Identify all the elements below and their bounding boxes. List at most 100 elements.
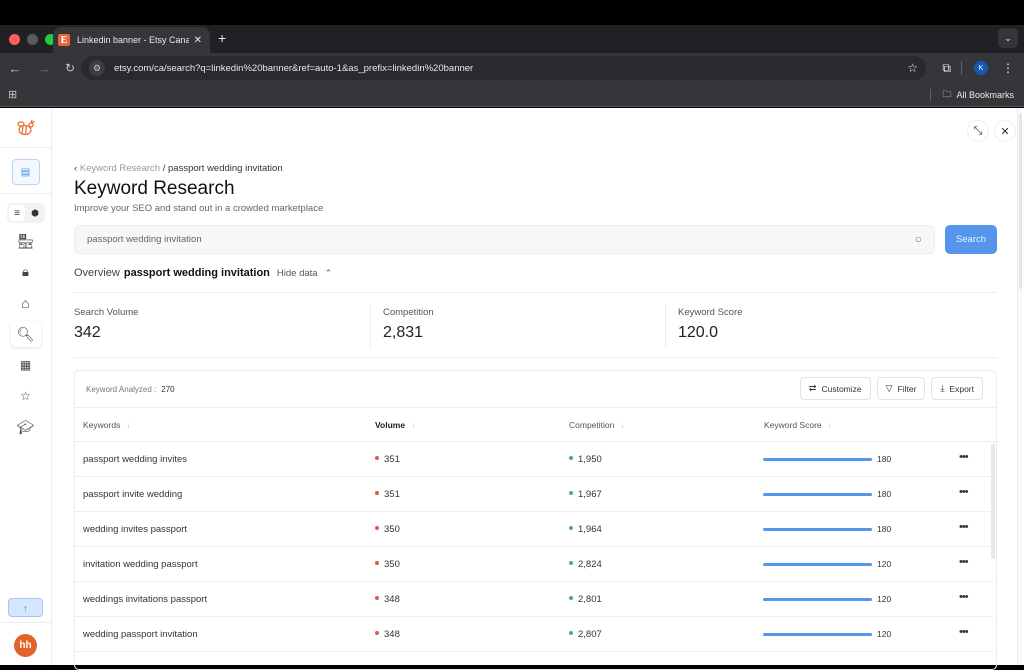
- apps-grid-icon[interactable]: ⊞: [8, 88, 17, 101]
- volume-status-dot: [375, 491, 379, 496]
- competition-value: 1,964: [578, 524, 602, 535]
- keyword-search-input[interactable]: passport wedding invitation ○: [74, 225, 935, 254]
- stat-competition: Competition 2,831: [383, 307, 434, 342]
- table-scrollbar[interactable]: [991, 444, 995, 559]
- column-header-keyword-score[interactable]: Keyword Score ↓: [764, 420, 832, 430]
- keyword-cell[interactable]: wedding invites passport: [83, 524, 187, 535]
- competition-value: 2,807: [578, 629, 602, 640]
- site-settings-icon[interactable]: ⚙: [89, 60, 105, 76]
- profile-avatar[interactable]: K: [974, 61, 988, 75]
- bookmarks-bar: ⊞ 🗀 All Bookmarks: [0, 83, 1024, 107]
- competition-cell: 1,950: [569, 454, 602, 465]
- competition-status-dot: [569, 561, 573, 566]
- keyword-score-bar-fill: [763, 458, 872, 461]
- page-title: Keyword Research: [74, 178, 235, 199]
- view-toggle[interactable]: ≡ ⬢: [7, 203, 45, 223]
- sidebar-item-shop-search[interactable]: ⌂: [11, 290, 41, 316]
- close-window-button[interactable]: [9, 33, 20, 45]
- sidebar-item-favorites[interactable]: ☆: [11, 383, 41, 409]
- tab-search-dropdown[interactable]: ⌄: [998, 28, 1018, 48]
- minimize-window-button[interactable]: [27, 33, 38, 45]
- more-options-icon[interactable]: •••: [959, 521, 969, 533]
- bookmark-star-icon[interactable]: ☆: [907, 61, 918, 75]
- competition-cell: 2,807: [569, 629, 602, 640]
- volume-value: 350: [384, 559, 400, 570]
- all-bookmarks-button[interactable]: 🗀 All Bookmarks: [942, 87, 1014, 103]
- chevron-left-icon[interactable]: ‹: [74, 163, 77, 174]
- filter-button[interactable]: ▽ Filter: [876, 377, 926, 400]
- sidebar-item-store[interactable]: 🏪︎: [11, 228, 41, 254]
- breadcrumb-parent-link[interactable]: Keyword Research: [80, 163, 160, 174]
- customize-button[interactable]: ⇄ Customize: [799, 377, 871, 400]
- keyword-cell[interactable]: weddings invitations passport: [83, 594, 207, 605]
- collapse-button[interactable]: ⤡: [967, 120, 989, 142]
- filter-icon: ▽: [885, 383, 893, 393]
- page-subtitle: Improve your SEO and stand out in a crow…: [74, 203, 324, 214]
- more-options-icon[interactable]: •••: [959, 556, 969, 568]
- shop-search-icon: ⌂: [21, 295, 30, 311]
- keyword-cell[interactable]: passport invite wedding: [83, 489, 182, 500]
- more-options-icon[interactable]: •••: [959, 486, 969, 498]
- address-bar[interactable]: ⚙ etsy.com/ca/search?q=linkedin%20banner…: [81, 56, 926, 80]
- sort-arrow-icon[interactable]: ↓: [828, 420, 832, 430]
- breadcrumb-separator: /: [162, 163, 166, 174]
- bee-logo-icon[interactable]: [0, 108, 51, 148]
- panel-scrollbar-thumb[interactable]: [1019, 114, 1022, 289]
- column-header-volume[interactable]: Volume ↓: [375, 420, 415, 430]
- sort-arrow-icon[interactable]: ↓: [411, 420, 415, 430]
- competition-value: 2,801: [578, 594, 602, 605]
- search-icon[interactable]: ○: [915, 232, 922, 246]
- user-avatar[interactable]: hh: [14, 634, 37, 657]
- shop-button[interactable]: ▤: [11, 159, 40, 185]
- new-tab-button[interactable]: +: [218, 30, 226, 46]
- reload-button[interactable]: ↻: [60, 61, 80, 75]
- sidebar-item-academy[interactable]: 🎓︎: [11, 414, 41, 440]
- table-body: passport wedding invites 351 1,950 180 ••• pa…: [75, 442, 996, 652]
- sort-arrow-icon[interactable]: ↓: [126, 420, 130, 430]
- more-options-icon[interactable]: •••: [959, 591, 969, 603]
- table-row[interactable]: wedding invites passport 350 1,964 180 •••: [75, 512, 993, 547]
- keyword-score-value: 180: [877, 454, 892, 464]
- sidebar-item-keyword-research[interactable]: 🔍︎: [10, 321, 41, 347]
- url-text[interactable]: etsy.com/ca/search?q=linkedin%20banner&r…: [114, 63, 473, 74]
- stat-value: 342: [74, 324, 101, 341]
- search-button[interactable]: Search: [945, 225, 997, 254]
- keyword-cell[interactable]: passport wedding invites: [83, 454, 187, 465]
- export-button[interactable]: ⤓ Export: [931, 377, 983, 400]
- sort-arrow-icon[interactable]: ↓: [620, 420, 624, 430]
- tab-close-icon[interactable]: ✕: [194, 35, 202, 46]
- hide-data-toggle[interactable]: Hide data: [277, 268, 318, 279]
- table-row[interactable]: passport wedding invites 351 1,950 180 •••: [75, 442, 993, 477]
- keyword-score-bar-fill: [763, 563, 872, 566]
- keyword-score-value: 180: [877, 489, 892, 499]
- table-row[interactable]: wedding passport invitation 348 2,807 120 ••…: [75, 617, 993, 652]
- forward-button[interactable]: →: [34, 61, 54, 76]
- sidebar-item-product-search[interactable]: 🔒︎: [11, 259, 41, 285]
- menu-icon[interactable]: ≡: [9, 205, 25, 221]
- panel-scrollbar[interactable]: [1017, 108, 1022, 665]
- extension-panel: ▤ ≡ ⬢ 🏪︎ 🔒︎ ⌂ 🔍︎ ▦ ☆ 🎓︎ ↑ hh ⤡ ✕ ‹ Keywo…: [0, 108, 1024, 670]
- column-header-keywords[interactable]: Keywords ↓: [83, 420, 131, 430]
- sidebar-item-calendar[interactable]: ▦: [11, 352, 41, 378]
- keyword-cell[interactable]: invitation wedding passport: [83, 559, 198, 570]
- more-options-icon[interactable]: •••: [959, 451, 969, 463]
- column-header-competition[interactable]: Competition ↓: [569, 420, 625, 430]
- more-options-icon[interactable]: •••: [959, 626, 969, 638]
- close-panel-button[interactable]: ✕: [994, 120, 1016, 142]
- breadcrumb-current: passport wedding invitation: [168, 163, 283, 174]
- table-toolbar: Keyword Analyzed : 270 ⇄ Customize ▽ Fil…: [75, 371, 996, 408]
- scroll-to-top-button[interactable]: ↑: [8, 598, 43, 617]
- stat-label: Competition: [383, 307, 434, 318]
- back-button[interactable]: ←: [5, 61, 25, 76]
- browser-menu-icon[interactable]: ⋮: [1002, 61, 1014, 75]
- chevron-up-icon[interactable]: ⌃: [325, 268, 333, 279]
- browser-tab[interactable]: E Linkedin banner - Etsy Canada ✕: [53, 27, 210, 53]
- keyword-cell[interactable]: wedding passport invitation: [83, 629, 198, 640]
- extensions-icon[interactable]: ⧉: [942, 61, 951, 76]
- search-input-value[interactable]: passport wedding invitation: [87, 234, 202, 245]
- table-row[interactable]: passport invite wedding 351 1,967 180 •••: [75, 477, 993, 512]
- table-row[interactable]: invitation wedding passport 350 2,824 120 ••…: [75, 547, 993, 582]
- table-row[interactable]: weddings invitations passport 348 2,801 120…: [75, 582, 993, 617]
- sidebar-divider: [0, 193, 51, 194]
- settings-icon[interactable]: ⬢: [27, 205, 43, 221]
